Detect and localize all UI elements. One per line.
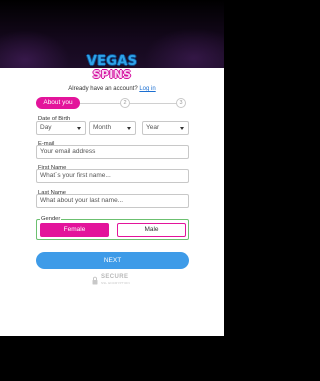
step-about-you: About you: [36, 97, 80, 109]
step-3: 3: [176, 98, 186, 108]
secure-title: SECURE: [101, 274, 129, 280]
hero-glow-left: [0, 30, 70, 72]
gender-female-button[interactable]: Female: [40, 223, 109, 237]
logo-line-spins: SPINS: [92, 68, 132, 81]
secure-subtitle: SSL ENCRYPTION: [101, 281, 130, 285]
dob-day-select[interactable]: Day: [36, 121, 86, 135]
hero-glow-right: [144, 28, 224, 72]
lock-icon: [92, 276, 98, 285]
secure-badge: SECURE SSL ENCRYPTION: [92, 273, 136, 287]
step-progress: About you 2 3: [36, 97, 188, 109]
gender-male-button[interactable]: Male: [117, 223, 186, 237]
footer: [0, 336, 224, 381]
dob-month-select[interactable]: Month: [89, 121, 136, 135]
account-prompt-text: Already have an account?: [68, 86, 138, 92]
gender-label: Gender: [40, 216, 62, 223]
last-name-field[interactable]: What about your last name...: [36, 194, 189, 208]
brand-logo: VEGAS SPINS: [80, 54, 144, 88]
gender-group: Gender Female Male: [36, 216, 189, 240]
login-link[interactable]: Log in: [139, 86, 155, 92]
logo-line-vegas: VEGAS: [86, 54, 138, 69]
step-2: 2: [120, 98, 130, 108]
account-prompt: Already have an account? Log in: [0, 86, 224, 92]
dob-year-select[interactable]: Year: [142, 121, 189, 135]
next-button[interactable]: NEXT: [36, 252, 189, 269]
first-name-field[interactable]: What´s your first name...: [36, 169, 189, 183]
email-field[interactable]: Your email address: [36, 145, 189, 159]
